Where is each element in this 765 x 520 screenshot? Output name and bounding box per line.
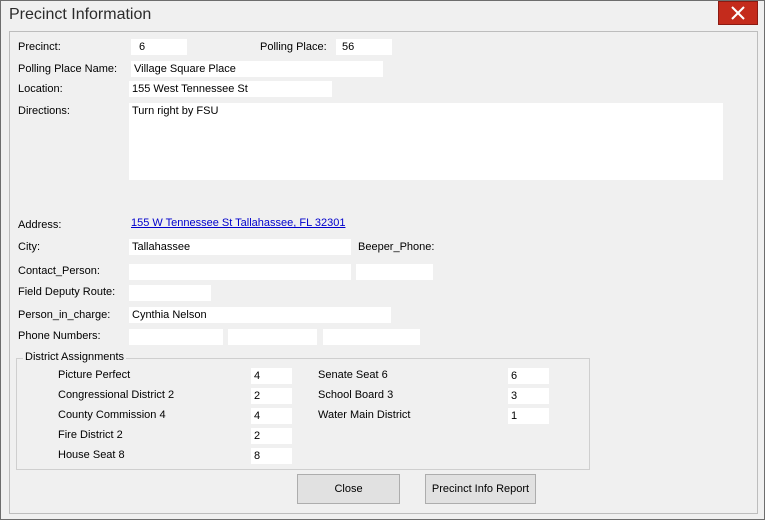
contact-person-extra-field[interactable] [356,264,433,280]
polling-place-name-field[interactable]: Village Square Place [131,61,383,77]
district-value-field[interactable]: 2 [251,388,292,404]
district-value-field[interactable]: 4 [251,408,292,424]
title-bar: Precinct Information [1,1,764,31]
beeper-phone-label: Beeper_Phone: [358,241,435,253]
phone-number-2-field[interactable] [228,329,317,345]
contact-person-label: Contact_Person: [18,265,100,277]
district-label: Senate Seat 6 [318,369,388,381]
window-title: Precinct Information [9,6,152,23]
district-label: Picture Perfect [58,369,131,381]
location-label: Location: [18,83,63,95]
field-deputy-route-label: Field Deputy Route: [18,286,116,298]
district-label: House Seat 8 [58,449,125,461]
contact-person-field[interactable] [129,264,351,280]
city-label: City: [18,241,40,253]
district-value-field[interactable]: 6 [508,368,549,384]
polling-place-name-label: Polling Place Name: [18,63,118,75]
close-icon [731,6,745,20]
location-field[interactable]: 155 West Tennessee St [129,81,332,97]
district-label: Water Main District [318,409,411,421]
city-field[interactable]: Tallahassee [129,239,351,255]
close-button[interactable]: Close [297,474,400,504]
precinct-information-window: Precinct Information Precinct: 6 Polling… [0,0,765,520]
district-assignments-title: District Assignments [23,351,127,363]
district-value-field[interactable]: 1 [508,408,549,424]
precinct-field[interactable]: 6 [131,39,187,55]
person-in-charge-label: Person_in_charge: [18,309,111,321]
district-assignments-group: District Assignments Picture Perfect 4 C… [16,351,590,470]
district-label: School Board 3 [318,389,394,401]
directions-label: Directions: [18,105,70,117]
window-close-button[interactable] [718,1,758,25]
district-value-field[interactable]: 2 [251,428,292,444]
person-in-charge-field[interactable]: Cynthia Nelson [129,307,391,323]
district-label: County Commission 4 [58,409,166,421]
polling-place-field[interactable]: 56 [336,39,392,55]
directions-textarea[interactable]: Turn right by FSU [129,103,723,180]
address-label: Address: [18,219,62,231]
district-value-field[interactable]: 8 [251,448,292,464]
district-label: Fire District 2 [58,429,123,441]
district-label: Congressional District 2 [58,389,175,401]
polling-place-label: Polling Place: [260,41,327,53]
phone-numbers-label: Phone Numbers: [18,330,101,342]
district-value-field[interactable]: 4 [251,368,292,384]
address-link[interactable]: 155 W Tennessee St Tallahassee, FL 32301 [131,217,345,229]
form-body: Precinct: 6 Polling Place: 56 Polling Pl… [9,31,758,514]
precinct-info-report-button[interactable]: Precinct Info Report [425,474,536,504]
precinct-label: Precinct: [18,41,61,53]
phone-number-3-field[interactable] [323,329,420,345]
phone-number-1-field[interactable] [129,329,223,345]
field-deputy-route-field[interactable] [129,285,211,301]
district-value-field[interactable]: 3 [508,388,549,404]
